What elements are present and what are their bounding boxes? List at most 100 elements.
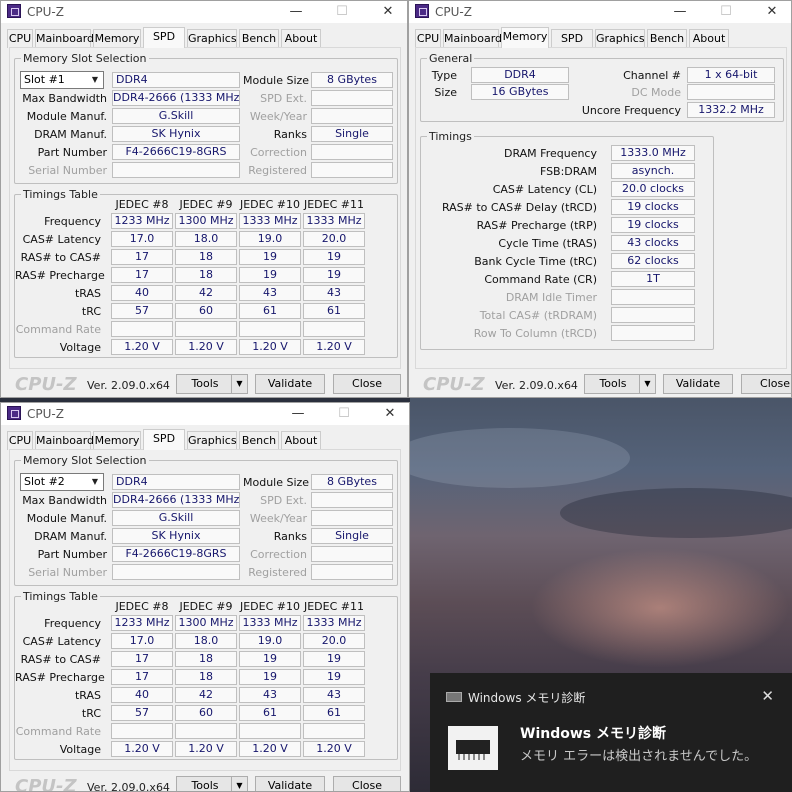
- timings-cell: 17: [111, 651, 173, 667]
- group-title: Timings Table: [21, 188, 100, 201]
- correction-field: [311, 546, 393, 562]
- tab-cpu[interactable]: CPU: [7, 29, 33, 48]
- minimize-icon[interactable]: —: [287, 405, 309, 423]
- part_number-field: F4-2666C19-8GRS: [112, 144, 240, 160]
- maximize-icon[interactable]: ☐: [331, 3, 353, 21]
- tools-button[interactable]: Tools ▼: [176, 776, 248, 791]
- close-icon[interactable]: ✕: [761, 3, 783, 21]
- timing-label: Command Rate (CR): [484, 273, 597, 286]
- timings-cell: 20.0: [303, 633, 365, 649]
- chevron-down-icon[interactable]: ▼: [639, 375, 655, 393]
- timing-label: FSB:DRAM: [539, 165, 597, 178]
- timings-row-label: CAS# Latency: [22, 635, 101, 648]
- type-label: Type: [431, 69, 457, 82]
- tab-memory[interactable]: Memory: [93, 431, 141, 450]
- tab-spd[interactable]: SPD: [551, 29, 593, 48]
- dram_manuf-field: SK Hynix: [112, 126, 240, 142]
- tab-memory[interactable]: Memory: [501, 27, 549, 48]
- close-icon[interactable]: ✕: [379, 405, 401, 423]
- tab-bench[interactable]: Bench: [647, 29, 687, 48]
- tools-button[interactable]: Tools ▼: [176, 374, 248, 394]
- chevron-down-icon[interactable]: ▼: [87, 72, 103, 88]
- module_manuf-label: Module Manuf.: [26, 110, 107, 123]
- ranks-label: Ranks: [273, 128, 307, 141]
- cpuz-window-spd-slot2: CPU-Z — ☐ ✕ CPU Mainboard Memory SPD Graphics Ben…: [0, 402, 410, 792]
- general-group: General Type DDR4 Size 16 GBytes Channel # 1 x…: [420, 52, 784, 122]
- timings-column-header: JEDEC #9: [179, 198, 233, 211]
- timings-cell: 17: [111, 249, 173, 265]
- close-icon[interactable]: ✕: [377, 3, 399, 21]
- validate-button[interactable]: Validate: [255, 776, 325, 791]
- timings-row-label: Command Rate: [15, 725, 101, 738]
- tab-graphics[interactable]: Graphics: [595, 29, 645, 48]
- week-year-field: [311, 510, 393, 526]
- close-button[interactable]: Close: [741, 374, 791, 394]
- tab-spd[interactable]: SPD: [143, 429, 185, 450]
- timings-cell: 60: [175, 303, 237, 319]
- slot-select[interactable]: Slot #2 ▼: [20, 473, 104, 491]
- minimize-icon[interactable]: —: [669, 3, 691, 21]
- tab-graphics[interactable]: Graphics: [187, 29, 237, 48]
- tab-about[interactable]: About: [281, 29, 321, 48]
- week-year-field: [311, 108, 393, 124]
- timings-row-label: RAS# to CAS#: [20, 653, 101, 666]
- tab-mainboard[interactable]: Mainboard: [35, 431, 94, 450]
- cpuz-app-icon: [7, 4, 21, 18]
- memory-panel: General Type DDR4 Size 16 GBytes Channel # 1 x…: [415, 47, 787, 369]
- part_number-label: Part Number: [37, 548, 107, 561]
- timing-label: CAS# Latency (CL): [492, 183, 597, 196]
- timings-cell: 1333 MHz: [239, 615, 301, 631]
- tools-button[interactable]: Tools ▼: [584, 374, 656, 394]
- slot-select[interactable]: Slot #1 ▼: [20, 71, 104, 89]
- tab-graphics[interactable]: Graphics: [187, 431, 237, 450]
- tab-about[interactable]: About: [689, 29, 729, 48]
- ranks-field: Single: [311, 528, 393, 544]
- tab-cpu[interactable]: CPU: [415, 29, 441, 48]
- timing-value-field: 19 clocks: [611, 217, 695, 233]
- tab-cpu[interactable]: CPU: [7, 431, 33, 450]
- group-title: Memory Slot Selection: [21, 454, 149, 467]
- validate-button[interactable]: Validate: [663, 374, 733, 394]
- validate-button[interactable]: Validate: [255, 374, 325, 394]
- timings-row-label: Command Rate: [15, 323, 101, 336]
- group-title: Timings: [427, 130, 474, 143]
- dram_manuf-label: DRAM Manuf.: [34, 530, 107, 543]
- correction-label: Correction: [250, 548, 307, 561]
- tab-memory[interactable]: Memory: [93, 29, 141, 48]
- serial_number-label: Serial Number: [28, 566, 107, 579]
- tab-mainboard[interactable]: Mainboard: [443, 29, 502, 48]
- registered-field: [311, 564, 393, 580]
- chevron-down-icon[interactable]: ▼: [231, 375, 247, 393]
- close-button[interactable]: Close: [333, 776, 401, 791]
- title-bar: CPU-Z — ☐ ✕: [409, 1, 791, 23]
- close-button[interactable]: Close: [333, 374, 401, 394]
- maximize-icon[interactable]: ☐: [715, 3, 737, 21]
- max_bandwidth-field: DDR4-2666 (1333 MHz): [112, 492, 240, 508]
- tab-spd[interactable]: SPD: [143, 27, 185, 48]
- timings-cell: 43: [239, 687, 301, 703]
- maximize-icon[interactable]: ☐: [333, 405, 355, 423]
- timings-group: Timings DRAM Frequency 1333.0 MHz FSB:DRAM a…: [420, 130, 714, 350]
- registered-field: [311, 162, 393, 178]
- timings-table-group: Timings Table JEDEC #8 JEDEC #9 JEDEC #10 JE…: [14, 590, 398, 760]
- timing-value-field: 1T: [611, 271, 695, 287]
- timings-cell: 61: [239, 705, 301, 721]
- toast-notification[interactable]: Windows メモリ診断 ✕ Windows メモリ診断 メモリ エラーは検出…: [430, 673, 792, 792]
- memory-diagnostic-icon: [446, 692, 462, 702]
- chevron-down-icon[interactable]: ▼: [87, 474, 103, 490]
- toast-message: メモリ エラーは検出されませんでした。: [520, 749, 758, 764]
- minimize-icon[interactable]: —: [285, 3, 307, 21]
- serial_number-label: Serial Number: [28, 164, 107, 177]
- tab-mainboard[interactable]: Mainboard: [35, 29, 94, 48]
- timings-cell: 18: [175, 267, 237, 283]
- tab-about[interactable]: About: [281, 431, 321, 450]
- channel-field: 1 x 64-bit: [687, 67, 775, 83]
- group-title: General: [427, 52, 475, 65]
- close-icon[interactable]: ✕: [761, 687, 774, 705]
- tab-bench[interactable]: Bench: [239, 29, 279, 48]
- tab-bench[interactable]: Bench: [239, 431, 279, 450]
- timings-cell: [111, 321, 173, 337]
- correction-field: [311, 144, 393, 160]
- chevron-down-icon[interactable]: ▼: [231, 777, 247, 791]
- timings-column-header: JEDEC #8: [115, 600, 169, 613]
